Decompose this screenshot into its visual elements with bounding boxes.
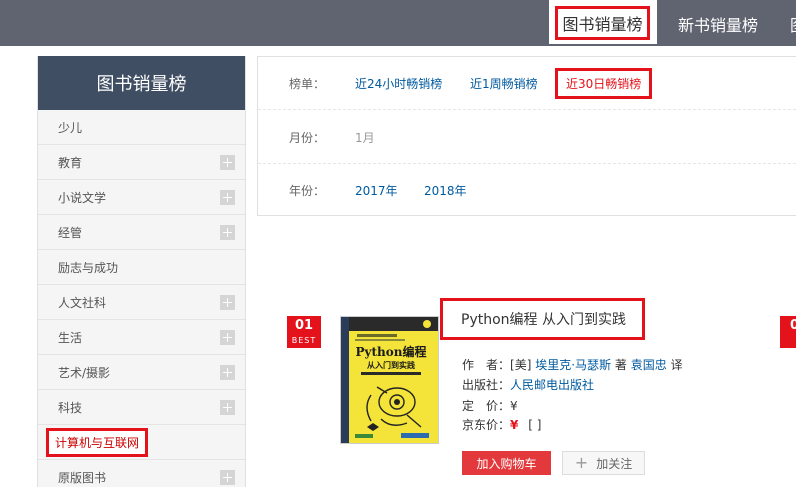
- tab-book-sales-rank[interactable]: 图书销量榜: [549, 0, 657, 44]
- sidebar-item-label: 艺术/摄影: [58, 365, 111, 380]
- author-country: [美]: [510, 358, 532, 372]
- sidebar-item-0[interactable]: 少儿: [38, 110, 245, 145]
- expand-plus-icon[interactable]: [220, 225, 235, 240]
- list-price-value: ¥: [510, 399, 518, 413]
- filter-row-month: 月份： 1月: [258, 111, 796, 164]
- expand-plus-icon[interactable]: [220, 470, 235, 485]
- rank-badge: 01 BEST: [287, 316, 321, 348]
- filter-panel: 榜单： 近24小时畅销榜 近1周畅销榜 近30日畅销榜 月份： 1月 年份： 2…: [257, 56, 796, 216]
- sidebar-item-label: 生活: [58, 330, 83, 345]
- jd-price-label: 京东价：: [462, 418, 511, 432]
- sidebar-item-8[interactable]: 科技: [38, 390, 245, 425]
- sidebar-item-3[interactable]: 经管: [38, 215, 245, 250]
- publisher-link[interactable]: 人民邮电出版社: [510, 378, 594, 392]
- book-list-price-row: 定 价：¥: [462, 397, 518, 414]
- author-link[interactable]: 埃里克·马瑟斯: [535, 358, 611, 372]
- sidebar-item-4[interactable]: 励志与成功: [38, 250, 245, 285]
- sidebar-item-6[interactable]: 生活: [38, 320, 245, 355]
- sidebar-item-9[interactable]: 计算机与互联网: [38, 425, 245, 460]
- sidebar-item-label: 经管: [58, 225, 83, 240]
- cover-title-text: Python编程: [356, 344, 427, 359]
- follow-button[interactable]: + 加关注: [562, 451, 645, 475]
- sidebar-item-label: 少儿: [58, 120, 83, 135]
- sidebar-item-7[interactable]: 艺术/摄影: [38, 355, 245, 390]
- filter-year-2018[interactable]: 2018年: [424, 182, 467, 199]
- sidebar-title: 图书销量榜: [38, 56, 245, 110]
- jd-price-value: ¥: [510, 418, 519, 432]
- translator-link[interactable]: 袁国忠: [631, 358, 667, 372]
- filter-row-list: 榜单： 近24小时畅销榜 近1周畅销榜 近30日畅销榜: [258, 57, 796, 110]
- year-filter-label: 年份：: [289, 184, 326, 198]
- tab-book-sales-rank-label: 图书销量榜: [555, 6, 650, 40]
- filter-24h[interactable]: 近24小时畅销榜: [355, 75, 442, 92]
- expand-plus-icon[interactable]: [220, 330, 235, 345]
- expand-plus-icon[interactable]: [220, 365, 235, 380]
- sidebar-item-label: 小说文学: [58, 190, 107, 205]
- translator-role: 译: [670, 358, 683, 372]
- tab-new-book-sales-rank[interactable]: 新书销量榜: [678, 12, 758, 36]
- sidebar-item-label: 人文社科: [58, 295, 107, 310]
- book-publisher-row: 出版社：人民邮电出版社: [462, 376, 594, 393]
- cover-subtitle-text: 从入门到实践: [367, 360, 415, 370]
- sidebar-item-label: 计算机与互联网: [46, 427, 149, 457]
- list-price-label: 定 价：: [462, 399, 511, 413]
- filter-30days[interactable]: 近30日畅销榜: [555, 67, 653, 99]
- book-cover[interactable]: Python编程 从入门到实践: [340, 316, 439, 444]
- book-title[interactable]: Python编程 从入门到实践: [440, 298, 645, 340]
- sidebar-item-5[interactable]: 人文社科: [38, 285, 245, 320]
- book-jd-price-row: 京东价：¥ [ ]: [462, 416, 541, 433]
- sidebar-item-label: 教育: [58, 155, 83, 170]
- expand-plus-icon[interactable]: [220, 190, 235, 205]
- month-filter-label: 月份：: [289, 130, 326, 145]
- next-rank-badge: 0: [780, 316, 796, 348]
- list-filter-label: 榜单：: [289, 76, 326, 91]
- sidebar-item-2[interactable]: 小说文学: [38, 180, 245, 215]
- follow-label: 加关注: [596, 456, 633, 471]
- book-author-row: 作 者：[美] 埃里克·马瑟斯 著 袁国忠 译: [462, 356, 683, 373]
- author-label: 作 者：: [462, 358, 511, 372]
- add-to-cart-button[interactable]: 加入购物车: [462, 451, 551, 475]
- filter-year-2017[interactable]: 2017年: [355, 182, 398, 199]
- sidebar-item-10[interactable]: 原版图书: [38, 460, 245, 487]
- filter-1week[interactable]: 近1周畅销榜: [470, 75, 538, 92]
- book-cover-art: Python编程 从入门到实践: [341, 317, 438, 443]
- rank-best-label: BEST: [291, 336, 317, 345]
- expand-plus-icon[interactable]: [220, 400, 235, 415]
- sidebar-item-1[interactable]: 教育: [38, 145, 245, 180]
- filter-row-year: 年份： 2017年 2018年: [258, 164, 796, 217]
- tab-next[interactable]: 图: [790, 12, 796, 36]
- expand-plus-icon[interactable]: [220, 295, 235, 310]
- category-sidebar: 图书销量榜 少儿教育小说文学经管励志与成功人文社科生活艺术/摄影科技计算机与互联…: [37, 56, 246, 487]
- filter-month-value[interactable]: 1月: [355, 129, 375, 146]
- jd-price-bracket: [ ]: [528, 418, 542, 432]
- expand-plus-icon[interactable]: [220, 155, 235, 170]
- author-role: 著: [614, 358, 627, 372]
- publisher-label: 出版社：: [462, 378, 511, 392]
- sidebar-item-label: 科技: [58, 400, 83, 415]
- top-nav-bar: [0, 0, 796, 46]
- sidebar-item-label: 励志与成功: [58, 260, 119, 275]
- sidebar-item-label: 原版图书: [58, 470, 107, 485]
- plus-icon: +: [574, 453, 589, 472]
- rank-number: 01: [294, 318, 314, 333]
